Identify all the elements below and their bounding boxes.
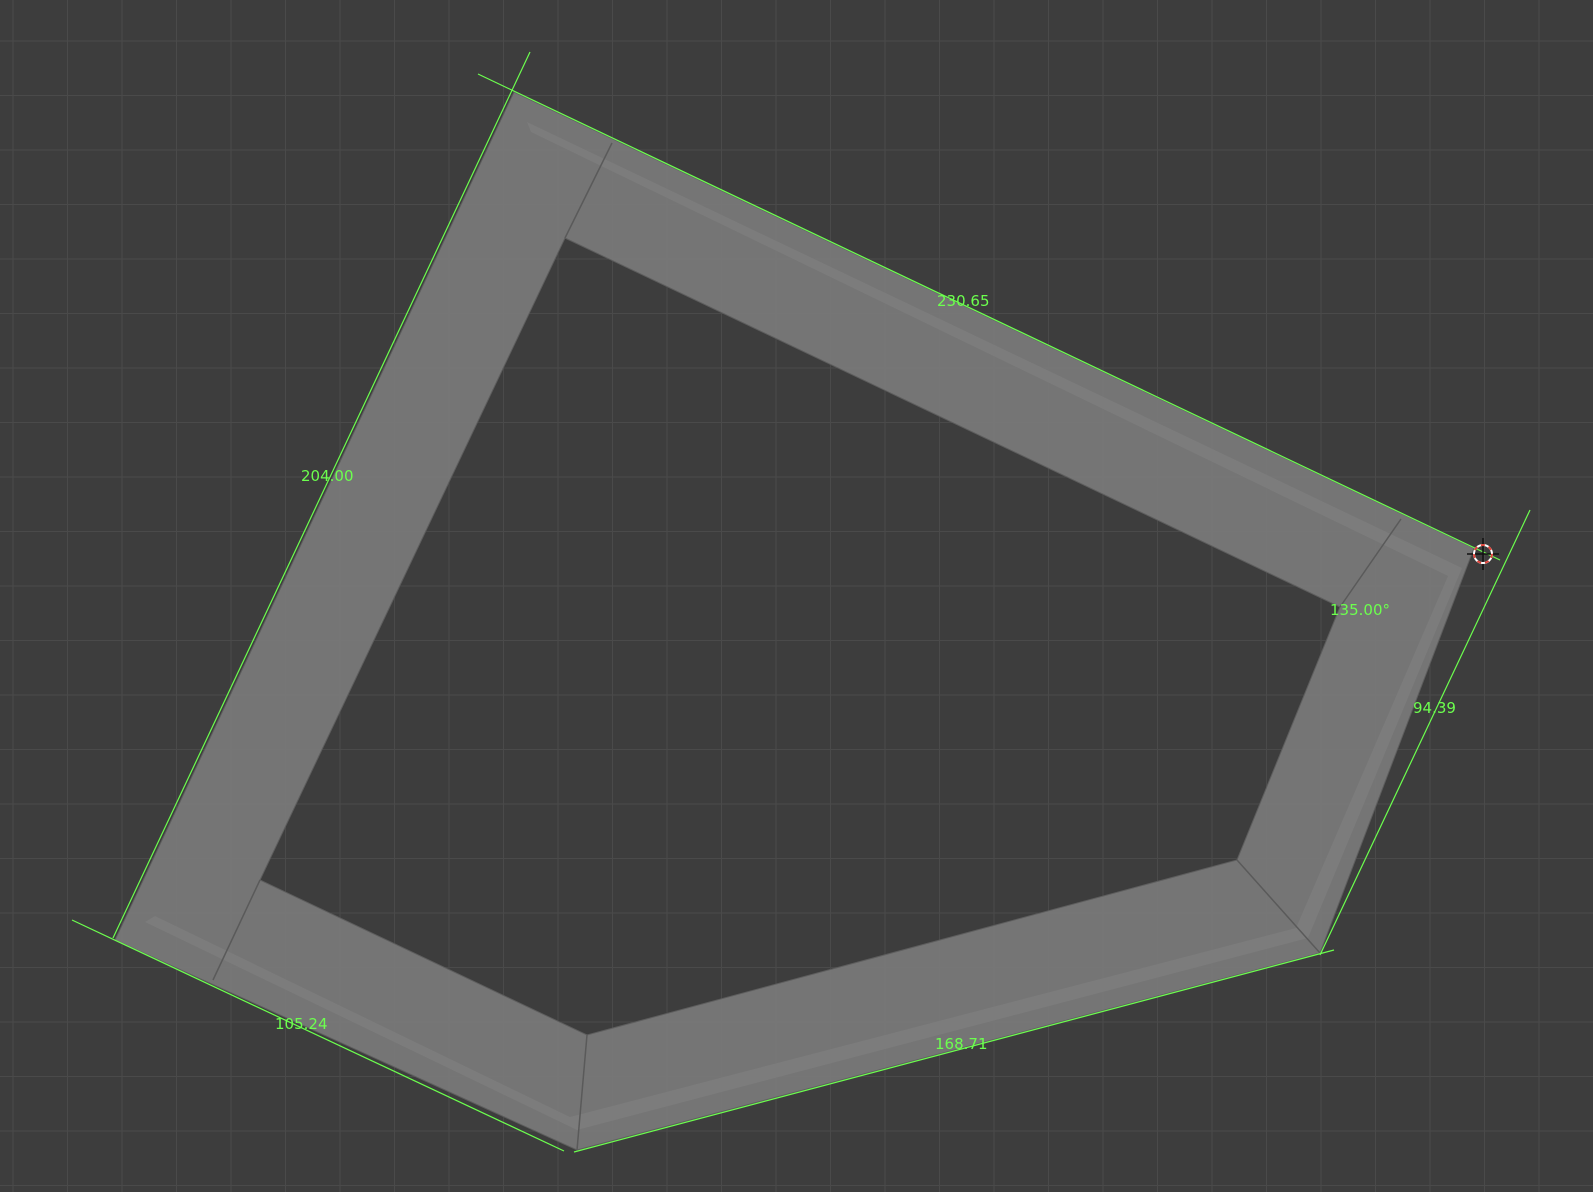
measure-top-line (477, 73, 1501, 561)
3d-viewport[interactable]: 230.65 204.00 135.00° 94.39 105.24 168.7… (0, 0, 1593, 1192)
3d-cursor-icon[interactable] (1467, 538, 1499, 570)
measure-left-line (112, 51, 531, 939)
dim-label-left: 204.00 (301, 467, 354, 485)
wall-mesh[interactable] (114, 91, 1475, 1151)
dim-label-top: 230.65 (937, 292, 990, 310)
dim-label-bottom-left: 105.24 (275, 1015, 328, 1033)
dim-label-right: 94.39 (1413, 699, 1456, 717)
viewport-canvas[interactable]: 230.65 204.00 135.00° 94.39 105.24 168.7… (0, 0, 1593, 1192)
dim-label-angle: 135.00° (1330, 601, 1390, 619)
dim-label-bottom-right: 168.71 (935, 1035, 988, 1053)
